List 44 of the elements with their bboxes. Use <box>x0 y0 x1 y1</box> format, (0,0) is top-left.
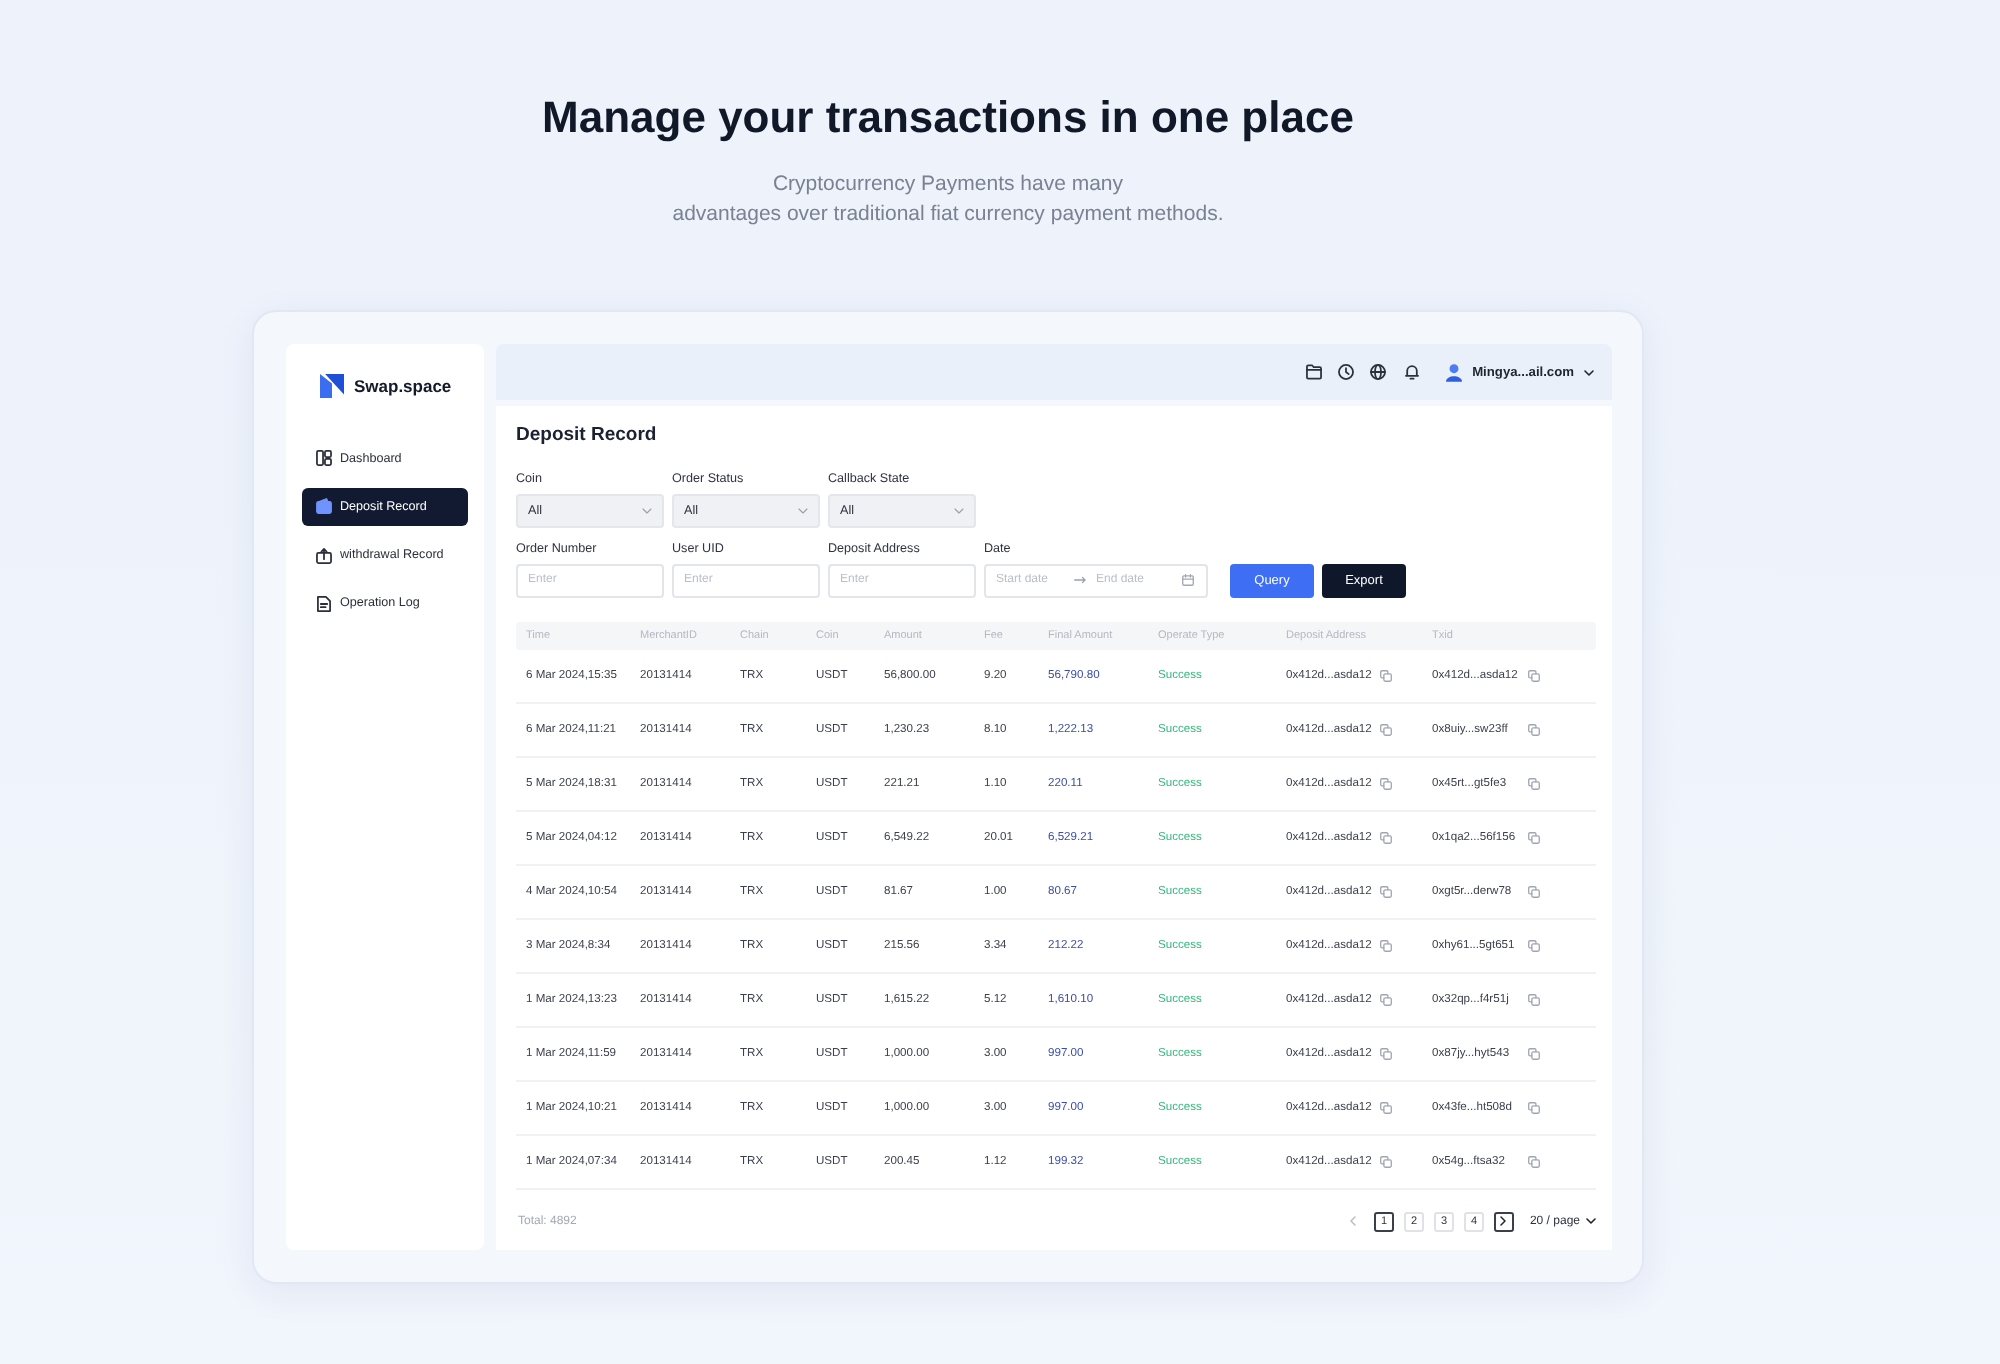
copy-icon[interactable] <box>1528 670 1540 682</box>
wallet-icon <box>316 498 332 515</box>
copy-icon[interactable] <box>1528 940 1540 952</box>
copy-icon[interactable] <box>1528 1102 1540 1114</box>
copy-icon[interactable] <box>1380 670 1392 682</box>
copy-icon[interactable] <box>1528 778 1540 790</box>
bell-icon[interactable] <box>1403 364 1420 380</box>
chevron-down-icon <box>1584 369 1594 375</box>
chevron-right-icon <box>1500 1216 1507 1226</box>
page-subtitle: Cryptocurrency Payments have many advantages over traditional fiat currency payment methods. <box>670 170 1226 230</box>
chevron-down-icon <box>1586 1218 1596 1224</box>
calendar-icon[interactable] <box>1182 574 1194 586</box>
copy-icon[interactable] <box>1380 1102 1392 1114</box>
globe-icon[interactable] <box>1370 364 1387 380</box>
folder-icon[interactable] <box>1305 364 1322 380</box>
logo-icon <box>320 374 344 398</box>
chevron-left-icon <box>1350 1216 1357 1226</box>
copy-icon[interactable] <box>1380 994 1392 1006</box>
box-arrow-icon <box>316 547 332 564</box>
next-page-button[interactable] <box>1493 1211 1514 1231</box>
arrow-right-icon <box>1074 576 1086 584</box>
copy-icon[interactable] <box>1528 886 1540 898</box>
copy-icon[interactable] <box>1528 994 1540 1006</box>
copy-icon[interactable] <box>1380 778 1392 790</box>
copy-icon[interactable] <box>1528 724 1540 736</box>
chevron-down-icon <box>642 507 652 513</box>
copy-icon[interactable] <box>1380 724 1392 736</box>
brand-name: Swap.space <box>354 376 452 396</box>
copy-icon[interactable] <box>1528 1048 1540 1060</box>
copy-icon[interactable] <box>1528 832 1540 844</box>
copy-icon[interactable] <box>1380 1156 1392 1168</box>
panel-title: Deposit Record <box>516 424 659 448</box>
copy-icon[interactable] <box>1380 832 1392 844</box>
clock-icon[interactable] <box>1338 364 1355 380</box>
copy-icon[interactable] <box>1528 1156 1540 1168</box>
document-icon <box>316 595 332 612</box>
copy-icon[interactable] <box>1380 886 1392 898</box>
layout-icon <box>316 450 332 466</box>
copy-icon[interactable] <box>1380 940 1392 952</box>
chevron-down-icon <box>954 507 964 513</box>
page-heading: Manage your transactions in one place <box>540 92 1356 144</box>
avatar-icon <box>1446 363 1463 381</box>
copy-icon[interactable] <box>1380 1048 1392 1060</box>
chevron-down-icon <box>798 507 808 513</box>
